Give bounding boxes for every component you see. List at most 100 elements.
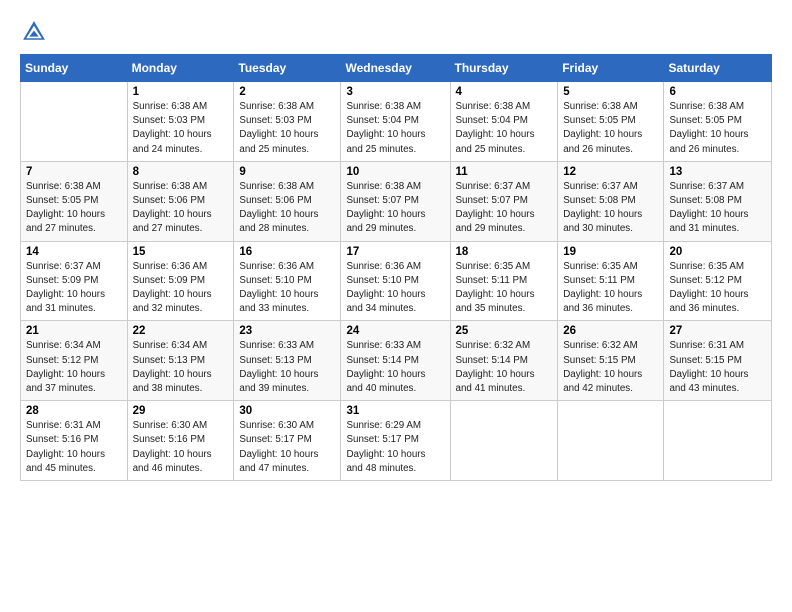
day-info: Sunrise: 6:38 AM Sunset: 5:05 PM Dayligh… xyxy=(669,100,766,157)
day-number: 17 xyxy=(346,246,444,258)
day-number: 15 xyxy=(133,246,229,258)
day-number: 23 xyxy=(239,325,335,337)
col-header-saturday: Saturday xyxy=(664,55,772,82)
day-info: Sunrise: 6:35 AM Sunset: 5:11 PM Dayligh… xyxy=(456,260,553,317)
day-number: 10 xyxy=(346,166,444,178)
day-number: 24 xyxy=(346,325,444,337)
day-cell: 7 Sunrise: 6:38 AM Sunset: 5:05 PM Daylig… xyxy=(21,161,128,241)
day-cell: 8 Sunrise: 6:38 AM Sunset: 5:06 PM Daylig… xyxy=(127,161,234,241)
day-info: Sunrise: 6:37 AM Sunset: 5:08 PM Dayligh… xyxy=(563,180,658,237)
day-number: 4 xyxy=(456,86,553,98)
day-cell: 28 Sunrise: 6:31 AM Sunset: 5:16 PM Dayli… xyxy=(21,401,128,481)
day-info: Sunrise: 6:34 AM Sunset: 5:12 PM Dayligh… xyxy=(26,339,122,396)
day-number: 16 xyxy=(239,246,335,258)
day-cell: 25 Sunrise: 6:32 AM Sunset: 5:14 PM Dayli… xyxy=(450,321,558,401)
day-info: Sunrise: 6:36 AM Sunset: 5:09 PM Dayligh… xyxy=(133,260,229,317)
day-cell: 24 Sunrise: 6:33 AM Sunset: 5:14 PM Dayli… xyxy=(341,321,450,401)
day-info: Sunrise: 6:38 AM Sunset: 5:03 PM Dayligh… xyxy=(133,100,229,157)
day-number: 12 xyxy=(563,166,658,178)
day-info: Sunrise: 6:38 AM Sunset: 5:06 PM Dayligh… xyxy=(239,180,335,237)
day-cell: 27 Sunrise: 6:31 AM Sunset: 5:15 PM Dayli… xyxy=(664,321,772,401)
day-number: 1 xyxy=(133,86,229,98)
calendar: SundayMondayTuesdayWednesdayThursdayFrid… xyxy=(20,54,772,481)
day-number: 2 xyxy=(239,86,335,98)
day-number: 19 xyxy=(563,246,658,258)
day-cell: 2Sunrise: 6:38 AM Sunset: 5:03 PM Daylig… xyxy=(234,82,341,162)
day-number: 25 xyxy=(456,325,553,337)
day-cell: 4 Sunrise: 6:38 AM Sunset: 5:04 PM Daylig… xyxy=(450,82,558,162)
day-number: 21 xyxy=(26,325,122,337)
day-info: Sunrise: 6:38 AM Sunset: 5:04 PM Dayligh… xyxy=(346,100,444,157)
col-header-thursday: Thursday xyxy=(450,55,558,82)
day-number: 22 xyxy=(133,325,229,337)
day-cell: 29 Sunrise: 6:30 AM Sunset: 5:16 PM Dayli… xyxy=(127,401,234,481)
day-cell: 20Sunrise: 6:35 AM Sunset: 5:12 PM Dayli… xyxy=(664,241,772,321)
logo xyxy=(20,18,52,46)
day-info: Sunrise: 6:34 AM Sunset: 5:13 PM Dayligh… xyxy=(133,339,229,396)
week-row-4: 21 Sunrise: 6:34 AM Sunset: 5:12 PM Dayli… xyxy=(21,321,772,401)
day-cell: 16Sunrise: 6:36 AM Sunset: 5:10 PM Dayli… xyxy=(234,241,341,321)
day-number: 11 xyxy=(456,166,553,178)
logo-icon xyxy=(20,18,48,46)
day-cell: 11 Sunrise: 6:37 AM Sunset: 5:07 PM Dayli… xyxy=(450,161,558,241)
day-info: Sunrise: 6:38 AM Sunset: 5:05 PM Dayligh… xyxy=(26,180,122,237)
day-cell: 18 Sunrise: 6:35 AM Sunset: 5:11 PM Dayli… xyxy=(450,241,558,321)
day-cell: 19 Sunrise: 6:35 AM Sunset: 5:11 PM Dayli… xyxy=(558,241,664,321)
day-cell: 26 Sunrise: 6:32 AM Sunset: 5:15 PM Dayli… xyxy=(558,321,664,401)
day-number: 7 xyxy=(26,166,122,178)
day-cell: 21 Sunrise: 6:34 AM Sunset: 5:12 PM Dayli… xyxy=(21,321,128,401)
day-info: Sunrise: 6:31 AM Sunset: 5:15 PM Dayligh… xyxy=(669,339,766,396)
day-info: Sunrise: 6:29 AM Sunset: 5:17 PM Dayligh… xyxy=(346,419,444,476)
day-info: Sunrise: 6:31 AM Sunset: 5:16 PM Dayligh… xyxy=(26,419,122,476)
day-cell xyxy=(21,82,128,162)
day-cell: 6 Sunrise: 6:38 AM Sunset: 5:05 PM Daylig… xyxy=(664,82,772,162)
day-number: 5 xyxy=(563,86,658,98)
day-cell: 14Sunrise: 6:37 AM Sunset: 5:09 PM Dayli… xyxy=(21,241,128,321)
day-number: 20 xyxy=(669,246,766,258)
day-info: Sunrise: 6:38 AM Sunset: 5:06 PM Dayligh… xyxy=(133,180,229,237)
day-cell: 12 Sunrise: 6:37 AM Sunset: 5:08 PM Dayli… xyxy=(558,161,664,241)
day-number: 29 xyxy=(133,405,229,417)
day-info: Sunrise: 6:37 AM Sunset: 5:08 PM Dayligh… xyxy=(669,180,766,237)
day-info: Sunrise: 6:32 AM Sunset: 5:14 PM Dayligh… xyxy=(456,339,553,396)
day-cell: 30 Sunrise: 6:30 AM Sunset: 5:17 PM Dayli… xyxy=(234,401,341,481)
day-cell: 5 Sunrise: 6:38 AM Sunset: 5:05 PM Daylig… xyxy=(558,82,664,162)
day-info: Sunrise: 6:30 AM Sunset: 5:16 PM Dayligh… xyxy=(133,419,229,476)
day-number: 26 xyxy=(563,325,658,337)
day-info: Sunrise: 6:33 AM Sunset: 5:14 PM Dayligh… xyxy=(346,339,444,396)
day-info: Sunrise: 6:32 AM Sunset: 5:15 PM Dayligh… xyxy=(563,339,658,396)
day-info: Sunrise: 6:38 AM Sunset: 5:07 PM Dayligh… xyxy=(346,180,444,237)
col-header-tuesday: Tuesday xyxy=(234,55,341,82)
header xyxy=(20,18,772,46)
calendar-body: 1 Sunrise: 6:38 AM Sunset: 5:03 PM Daylig… xyxy=(21,82,772,481)
week-row-1: 1 Sunrise: 6:38 AM Sunset: 5:03 PM Daylig… xyxy=(21,82,772,162)
day-info: Sunrise: 6:38 AM Sunset: 5:04 PM Dayligh… xyxy=(456,100,553,157)
day-number: 9 xyxy=(239,166,335,178)
day-number: 8 xyxy=(133,166,229,178)
day-number: 27 xyxy=(669,325,766,337)
day-number: 6 xyxy=(669,86,766,98)
day-info: Sunrise: 6:38 AM Sunset: 5:05 PM Dayligh… xyxy=(563,100,658,157)
day-number: 13 xyxy=(669,166,766,178)
header-row: SundayMondayTuesdayWednesdayThursdayFrid… xyxy=(21,55,772,82)
day-cell: 10 Sunrise: 6:38 AM Sunset: 5:07 PM Dayli… xyxy=(341,161,450,241)
day-cell: 15 Sunrise: 6:36 AM Sunset: 5:09 PM Dayli… xyxy=(127,241,234,321)
day-info: Sunrise: 6:33 AM Sunset: 5:13 PM Dayligh… xyxy=(239,339,335,396)
day-number: 28 xyxy=(26,405,122,417)
day-cell: 13 Sunrise: 6:37 AM Sunset: 5:08 PM Dayli… xyxy=(664,161,772,241)
day-number: 30 xyxy=(239,405,335,417)
day-info: Sunrise: 6:37 AM Sunset: 5:07 PM Dayligh… xyxy=(456,180,553,237)
day-cell: 31Sunrise: 6:29 AM Sunset: 5:17 PM Dayli… xyxy=(341,401,450,481)
day-cell: 9 Sunrise: 6:38 AM Sunset: 5:06 PM Daylig… xyxy=(234,161,341,241)
day-cell: 1 Sunrise: 6:38 AM Sunset: 5:03 PM Daylig… xyxy=(127,82,234,162)
day-number: 18 xyxy=(456,246,553,258)
day-info: Sunrise: 6:30 AM Sunset: 5:17 PM Dayligh… xyxy=(239,419,335,476)
day-cell xyxy=(664,401,772,481)
week-row-5: 28 Sunrise: 6:31 AM Sunset: 5:16 PM Dayli… xyxy=(21,401,772,481)
day-cell: 3 Sunrise: 6:38 AM Sunset: 5:04 PM Daylig… xyxy=(341,82,450,162)
day-info: Sunrise: 6:35 AM Sunset: 5:11 PM Dayligh… xyxy=(563,260,658,317)
day-cell: 22 Sunrise: 6:34 AM Sunset: 5:13 PM Dayli… xyxy=(127,321,234,401)
week-row-2: 7 Sunrise: 6:38 AM Sunset: 5:05 PM Daylig… xyxy=(21,161,772,241)
day-number: 3 xyxy=(346,86,444,98)
day-info: Sunrise: 6:37 AM Sunset: 5:09 PM Dayligh… xyxy=(26,260,122,317)
